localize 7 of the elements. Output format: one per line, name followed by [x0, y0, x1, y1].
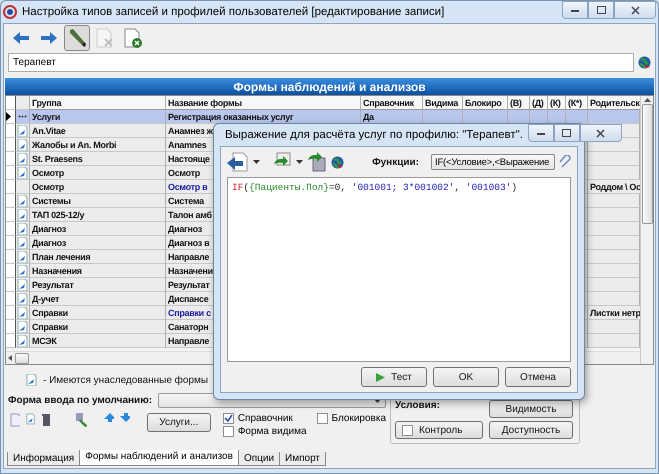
section-header: Формы наблюдений и анализов	[5, 78, 654, 95]
legend-text: - Имеются унаследованные формы	[43, 374, 208, 386]
table-cell: МСЭК	[30, 334, 166, 348]
conditions-label: Условия:	[395, 400, 441, 413]
functions-label: Функции:	[372, 156, 419, 168]
default-form-label: Форма ввода по умолчанию:	[8, 395, 152, 406]
window-title: Настройка типов записей и профилей пользователей [редактирование записи]	[22, 6, 446, 18]
